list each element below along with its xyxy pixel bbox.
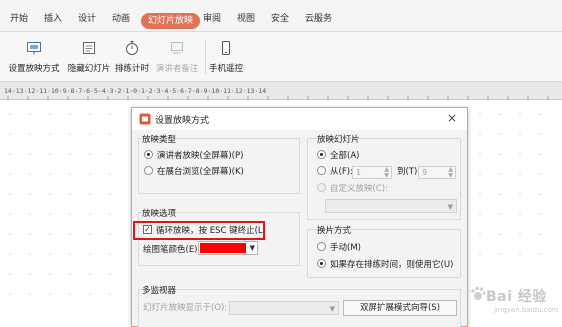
use-timings-label: 如果存在排练时间，则使用它(U): [330, 260, 454, 270]
hide-slide-label: 隐藏幻灯片: [67, 64, 111, 74]
ribbon-divider: [205, 40, 206, 74]
baidu-jingyan-watermark: Bai 经验 jingyan.baidu.com: [468, 272, 559, 322]
speaker-notes-button[interactable]: 演讲者备注: [154, 36, 200, 80]
from-slide-radio[interactable]: 从(F):: [317, 166, 353, 178]
radio-selected: [317, 259, 326, 268]
dialog-title: 设置放映方式: [155, 116, 210, 126]
radio-selected: [317, 150, 326, 159]
tab-slideshow[interactable]: 幻灯片放映: [141, 13, 201, 29]
stopwatch-icon: [126, 41, 138, 55]
chevron-down-icon: ▼: [447, 203, 453, 211]
tab-view[interactable]: 视图: [237, 12, 255, 26]
spinner-arrows-icon: ▲ ▼: [448, 166, 453, 179]
show-options-title: 放映选项: [142, 209, 177, 219]
radio-unselected: [317, 166, 326, 175]
custom-show-select[interactable]: ▼: [325, 199, 457, 213]
ruler-ticks: 14·13·12·11·10·9·8·7·6·5·4·3·2·1·0·1·2·3…: [4, 87, 549, 100]
setup-show-button[interactable]: 设置放映方式: [6, 36, 62, 80]
horizontal-ruler: 14·13·12·11·10·9·8·7·6·5·4·3·2·1·0·1·2·3…: [0, 82, 562, 100]
pen-color-swatch: [200, 243, 246, 253]
radio-unselected: [144, 166, 153, 175]
presenter-mode-radio[interactable]: 演讲者放映(全屏幕)(P): [144, 150, 243, 162]
custom-show-label: 自定义放映(C):: [330, 184, 388, 194]
setup-show-label: 设置放映方式: [8, 64, 60, 74]
show-slides-title: 放映幻灯片: [317, 135, 360, 145]
hide-slide-icon: [83, 42, 95, 54]
dialog-titlebar[interactable]: 设置放映方式 ×: [132, 108, 467, 130]
pen-color-select[interactable]: ▼: [198, 241, 258, 255]
to-slide-input[interactable]: 9 ▲ ▼: [418, 166, 456, 179]
chevron-down-icon: ▼: [249, 244, 255, 252]
phone-icon: [222, 41, 230, 55]
pen-color-label: 绘图笔颜色(E):: [143, 245, 201, 255]
radio-selected: [144, 150, 153, 159]
all-slides-radio[interactable]: 全部(A): [317, 150, 359, 162]
speaker-notes-label: 演讲者备注: [155, 64, 199, 74]
tab-cloud-service[interactable]: 云服务: [305, 12, 332, 26]
paw-logo-icon: [471, 286, 486, 300]
show-type-title: 放映类型: [142, 135, 177, 145]
from-slide-input[interactable]: 1 ▲ ▼: [352, 166, 392, 179]
tab-insert[interactable]: 插入: [44, 12, 62, 26]
use-timings-radio[interactable]: 如果存在排练时间，则使用它(U): [317, 259, 453, 271]
to-label: 到(T):: [397, 167, 421, 177]
ribbon-tab-bar: 开始 插入 设计 动画 幻灯片放映 审阅 视图 安全 云服务: [0, 0, 562, 32]
spinner-arrows-icon: ▲ ▼: [384, 166, 389, 179]
kiosk-mode-label: 在展台浏览(全屏幕)(K): [157, 167, 244, 177]
setup-show-dialog: 设置放映方式 × 放映类型 演讲者放映(全屏幕)(P) 在展台浏览(全屏幕)(K…: [131, 107, 468, 327]
advance-slides-title: 换片方式: [317, 226, 352, 236]
display-on-label: 幻灯片放映显示于(O):: [143, 303, 228, 313]
multi-monitor-title: 多监视器: [142, 286, 177, 296]
from-label: 从(F):: [330, 167, 353, 177]
ruler-labels: 14·13·12·11·10·9·8·7·6·5·4·3·2·1·0·1·2·3…: [4, 87, 266, 95]
tab-home[interactable]: 开始: [10, 12, 28, 26]
to-value: 9: [422, 168, 428, 177]
notes-icon: [171, 42, 183, 54]
watermark-text: Bai 经验: [486, 289, 547, 305]
tab-design[interactable]: 设计: [78, 12, 96, 26]
tab-animation[interactable]: 动画: [112, 12, 130, 26]
all-slides-label: 全部(A): [330, 151, 360, 161]
radio-unselected: [317, 242, 326, 251]
ribbon-toolbar: 设置放映方式 隐藏幻灯片 排练计时 演讲者备注 手机遥控: [0, 32, 562, 82]
presenter-mode-label: 演讲者放映(全屏幕)(P): [157, 151, 244, 161]
hide-slide-button[interactable]: 隐藏幻灯片: [66, 36, 112, 80]
display-on-select[interactable]: ▼: [229, 301, 339, 315]
red-highlight-box: [133, 221, 265, 240]
dual-screen-wizard-button[interactable]: 双屏扩展模式向导(S): [343, 300, 457, 316]
close-icon[interactable]: ×: [445, 111, 459, 125]
radio-disabled: [317, 183, 326, 192]
tab-security[interactable]: 安全: [271, 12, 289, 26]
chevron-down-icon: ▼: [329, 305, 335, 313]
kiosk-mode-radio[interactable]: 在展台浏览(全屏幕)(K): [144, 166, 244, 178]
watermark-url: jingyan.baidu.com: [494, 306, 559, 314]
phone-remote-button[interactable]: 手机遥控: [207, 36, 245, 80]
dialog-app-icon: [139, 113, 151, 125]
manual-advance-label: 手动(M): [330, 243, 361, 253]
manual-advance-radio[interactable]: 手动(M): [317, 242, 361, 254]
rehearse-timing-label: 排练计时: [114, 64, 149, 74]
phone-remote-label: 手机遥控: [208, 64, 243, 74]
custom-show-radio[interactable]: 自定义放映(C):: [317, 183, 388, 195]
rehearse-timing-button[interactable]: 排练计时: [113, 36, 151, 80]
setup-show-icon: [27, 42, 41, 55]
tab-review[interactable]: 审阅: [203, 12, 221, 26]
from-value: 1: [356, 168, 362, 177]
